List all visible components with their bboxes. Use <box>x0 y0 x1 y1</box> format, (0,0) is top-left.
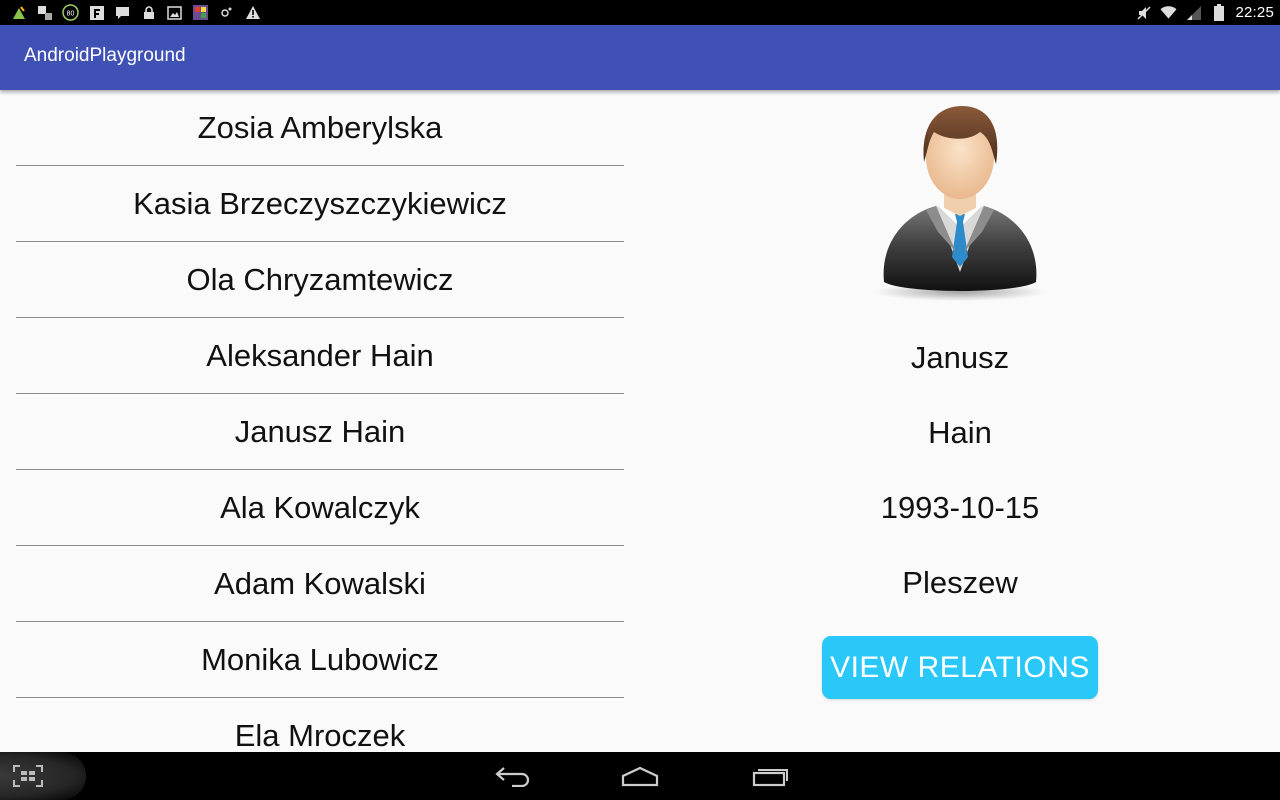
home-icon[interactable] <box>620 761 660 791</box>
list-item-name: Kasia Brzeczyszczykiewicz <box>133 185 507 221</box>
list-item-name: Adam Kowalski <box>214 565 426 601</box>
mute-icon <box>1135 4 1152 21</box>
list-item[interactable]: Ola Chryzamtewicz <box>16 242 624 318</box>
svg-text:80: 80 <box>67 11 75 18</box>
list-item[interactable]: Kasia Brzeczyszczykiewicz <box>16 166 624 242</box>
signal-icon <box>1185 4 1202 21</box>
view-relations-button[interactable]: VIEW RELATIONS <box>822 636 1098 699</box>
flipboard-icon <box>88 4 105 21</box>
list-item-name: Ela Mroczek <box>234 717 406 753</box>
list-item-name: Ala Kowalczyk <box>220 489 420 525</box>
people-list[interactable]: Zosia Amberylska Kasia Brzeczyszczykiewic… <box>16 90 624 752</box>
list-item-name: Monika Lubowicz <box>201 641 439 677</box>
list-item-name: Aleksander Hain <box>206 337 434 373</box>
city: Pleszew <box>902 565 1018 600</box>
list-item[interactable]: Monika Lubowicz <box>16 622 624 698</box>
birth-date: 1993-10-15 <box>880 490 1040 525</box>
app-title: AndroidPlayground <box>24 45 186 66</box>
badge-80-icon: 80 <box>62 4 79 21</box>
person-detail: Janusz Hain 1993-10-15 Pleszew VIEW RELA… <box>640 90 1280 752</box>
image-icon <box>166 4 183 21</box>
game-icon <box>192 4 209 21</box>
lock-icon <box>140 4 157 21</box>
navigation-bar <box>0 752 1280 800</box>
list-item[interactable]: Zosia Amberylska <box>16 90 624 166</box>
action-bar: AndroidPlayground <box>0 25 1280 90</box>
list-item[interactable]: Ala Kowalczyk <box>16 470 624 546</box>
person-avatar-icon <box>874 102 1046 302</box>
status-bar: 80 22:25 <box>0 0 1280 25</box>
wifi-icon <box>1160 4 1177 21</box>
list-item[interactable]: Janusz Hain <box>16 394 624 470</box>
chat-icon <box>114 4 131 21</box>
list-item-name: Zosia Amberylska <box>197 109 443 145</box>
settings-icon <box>218 4 235 21</box>
list-item-name: Ola Chryzamtewicz <box>186 261 454 297</box>
battery-icon <box>1210 4 1227 21</box>
list-item[interactable]: Ela Mroczek <box>16 698 624 753</box>
list-item[interactable]: Aleksander Hain <box>16 318 624 394</box>
first-name: Janusz <box>910 340 1010 375</box>
warning-icon <box>244 4 261 21</box>
recents-icon[interactable] <box>750 761 790 791</box>
status-clock: 22:25 <box>1235 4 1274 21</box>
screenshot-icon[interactable] <box>12 764 44 793</box>
last-name: Hain <box>928 415 992 450</box>
screenshot-tab[interactable] <box>0 752 86 800</box>
app-icon <box>10 4 27 21</box>
notification-icons: 80 <box>10 3 261 22</box>
back-icon[interactable] <box>493 761 533 791</box>
list-item[interactable]: Adam Kowalski <box>16 546 624 622</box>
system-status-icons: 22:25 <box>1135 0 1274 25</box>
dual-square-icon <box>36 4 53 21</box>
list-item-name: Janusz Hain <box>234 413 406 449</box>
